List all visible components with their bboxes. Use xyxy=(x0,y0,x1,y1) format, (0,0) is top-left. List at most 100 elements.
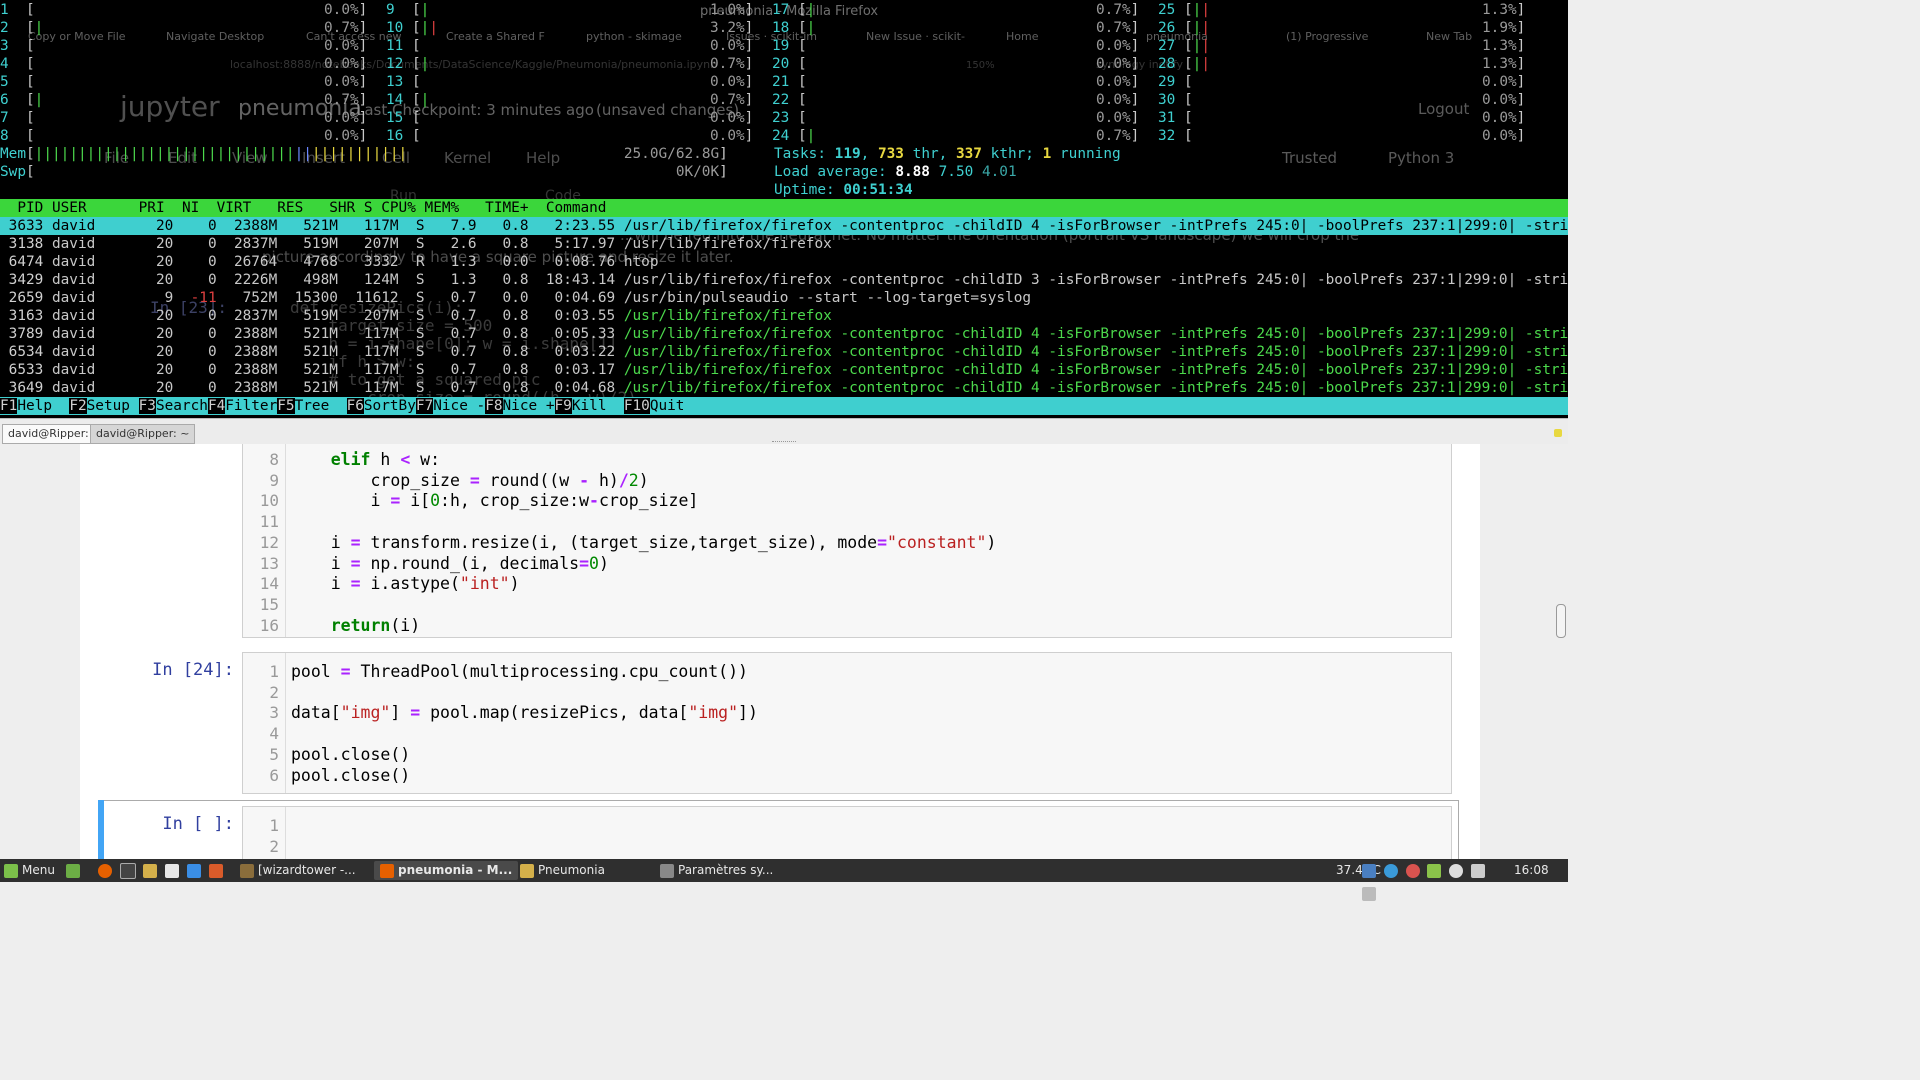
code-cell-pool[interactable]: 1 pool = ThreadPool(multiprocessing.cpu_c… xyxy=(242,652,1452,794)
cpu-bracket-close: ] xyxy=(1516,74,1526,90)
notification-icon[interactable] xyxy=(1405,863,1420,878)
fkey-f9[interactable]: F9 xyxy=(554,398,572,414)
process-ni: 0 xyxy=(181,344,226,360)
process-row[interactable]: 3633 david 20 0 2388M 521M 117M S 7.9 0.… xyxy=(0,217,1568,235)
fkey-f3[interactable]: F3 xyxy=(138,398,156,414)
terminal-tab-bar: david@Ripper: ~ david@Ripper: ~ xyxy=(0,418,1568,445)
cpu-meter-12: 12 [| 0.7%] xyxy=(386,55,766,73)
task-firefox[interactable]: pneumonia - M... xyxy=(374,861,519,880)
process-ni: 0 xyxy=(181,380,226,396)
process-cpu: 0.7 xyxy=(433,362,486,378)
update-icon[interactable] xyxy=(1427,863,1442,878)
code-cell-empty[interactable]: 12 xyxy=(242,806,1452,859)
cpu-meter-26: 26 [|| 1.9%] xyxy=(1158,19,1538,37)
network-icon[interactable] xyxy=(1362,886,1376,901)
cpu-number: 10 xyxy=(386,20,404,36)
cpu-bracket-close: ] xyxy=(1516,110,1526,126)
process-row[interactable]: 3163 david 20 0 2837M 519M 207M S 0.7 0.… xyxy=(0,307,1568,325)
process-virt: 2388M xyxy=(225,218,286,234)
cpu-bracket-open: [ xyxy=(26,92,35,108)
task-settings[interactable]: Paramètres sy... xyxy=(654,861,779,880)
process-row[interactable]: 2659 david 9 -11 752M 15300 11612 S 0.7 … xyxy=(0,289,1568,307)
task-folder[interactable]: Pneumonia xyxy=(514,861,611,880)
process-pid: 3429 xyxy=(0,272,52,288)
app-launcher-icon[interactable] xyxy=(165,863,180,878)
clock[interactable]: 16:08 xyxy=(1514,859,1549,882)
cpu-bar-fill: | xyxy=(806,128,816,144)
show-desktop-icon[interactable] xyxy=(66,863,80,878)
page-scrollbar-thumb[interactable] xyxy=(1556,604,1566,638)
task-label: Paramètres sy... xyxy=(678,863,774,877)
process-cpu: 0.7 xyxy=(433,290,486,306)
process-row[interactable]: 3649 david 20 0 2388M 521M 117M S 0.7 0.… xyxy=(0,379,1568,397)
cpu-percent: 1.3% xyxy=(1482,2,1517,18)
process-ni: 0 xyxy=(181,218,226,234)
fkey-f8[interactable]: F8 xyxy=(485,398,503,414)
process-res: 521M xyxy=(285,344,347,360)
info-icon[interactable] xyxy=(1449,863,1464,878)
mint-menu-icon xyxy=(4,863,18,878)
task-label: [wizardtower -... xyxy=(258,863,356,877)
process-ni: -11 xyxy=(181,290,226,306)
fkey-f1[interactable]: F1 xyxy=(0,398,18,414)
cpu-number: 28 xyxy=(1158,56,1176,72)
fkey-f2[interactable]: F2 xyxy=(69,398,87,414)
process-res: 519M xyxy=(285,308,347,324)
cpu-percent: 0.0% xyxy=(710,110,745,126)
fkey-f6[interactable]: F6 xyxy=(346,398,364,414)
cpu-number: 13 xyxy=(386,74,404,90)
cpu-bracket-open: [ xyxy=(412,56,421,72)
process-pid: 6474 xyxy=(0,254,52,270)
menu-button[interactable]: Menu xyxy=(4,859,55,882)
task-gimp[interactable]: [wizardtower -... xyxy=(234,861,362,880)
process-table-header[interactable]: PID USER PRI NI VIRT RES SHR S CPU% MEM%… xyxy=(0,199,1568,217)
fkey-f10[interactable]: F10 xyxy=(623,398,650,414)
cpu-number: 6 xyxy=(0,92,9,108)
cpu-bar-fill: | xyxy=(806,2,816,18)
line-number: 16 xyxy=(259,615,279,635)
fkey-f5[interactable]: F5 xyxy=(277,398,295,414)
cpu-number: 8 xyxy=(0,128,9,144)
cpu-bracket-open: [ xyxy=(798,74,807,90)
task-label: Pneumonia xyxy=(538,863,605,877)
process-row[interactable]: 3138 david 20 0 2837M 519M 207M S 2.6 0.… xyxy=(0,235,1568,253)
process-user: david xyxy=(51,326,139,342)
cpu-bracket-close: ] xyxy=(1516,38,1526,54)
dropbox-icon[interactable] xyxy=(1383,863,1398,878)
process-row[interactable]: 3429 david 20 0 2226M 498M 124M S 1.3 0.… xyxy=(0,271,1568,289)
process-row[interactable]: 6533 david 20 0 2388M 521M 117M S 0.7 0.… xyxy=(0,361,1568,379)
fkey-label: Kill xyxy=(571,398,624,414)
process-row[interactable]: 6474 david 20 0 26764 4768 3332 R 1.3 0.… xyxy=(0,253,1568,271)
impress-launcher-icon[interactable] xyxy=(208,863,223,878)
process-virt: 2226M xyxy=(225,272,286,288)
cpu-meter-15: 15 [0.0%] xyxy=(386,109,766,127)
terminal-launcher-icon[interactable] xyxy=(119,862,136,879)
process-user: david xyxy=(51,254,139,270)
user-icon[interactable] xyxy=(1471,863,1486,878)
htop-terminal[interactable]: pneumonia - Mozilla Firefox Copy or Move… xyxy=(0,0,1568,418)
firefox-launcher-icon[interactable] xyxy=(97,863,112,878)
fkey-label: SortBy xyxy=(363,398,416,414)
process-res: 4768 xyxy=(285,254,347,270)
fkey-f7[interactable]: F7 xyxy=(415,398,434,414)
cpu-bracket-open: [ xyxy=(412,128,421,144)
cpu-percent: 0.0% xyxy=(1096,74,1131,90)
cpu-meter-10: 10 [|| 3.2%] xyxy=(386,19,766,37)
process-res: 521M xyxy=(285,362,347,378)
process-time: 18:43.14 xyxy=(537,272,624,288)
process-row[interactable]: 6534 david 20 0 2388M 521M 117M S 0.7 0.… xyxy=(0,343,1568,361)
line-number: 1 xyxy=(269,816,279,835)
process-row[interactable]: 3789 david 20 0 2388M 521M 117M S 0.7 0.… xyxy=(0,325,1568,343)
process-virt: 26764 xyxy=(225,254,286,270)
process-shr: 3332 xyxy=(346,254,408,270)
shield-icon[interactable] xyxy=(1362,863,1376,878)
writer-launcher-icon[interactable] xyxy=(187,863,202,878)
fkey-f4[interactable]: F4 xyxy=(207,398,226,414)
line-number: 9 xyxy=(269,470,279,490)
cpu-meter-19: 19 [0.0%] xyxy=(772,37,1152,55)
process-s: S xyxy=(407,236,434,252)
terminal-tab-2[interactable]: david@Ripper: ~ xyxy=(90,424,196,444)
files-launcher-icon[interactable] xyxy=(143,863,158,878)
code-cell-resize[interactable]: 8 elif h < w: 9 crop_size = round((w - h)… xyxy=(242,444,1452,638)
cpu-bracket-close: ] xyxy=(358,38,368,54)
